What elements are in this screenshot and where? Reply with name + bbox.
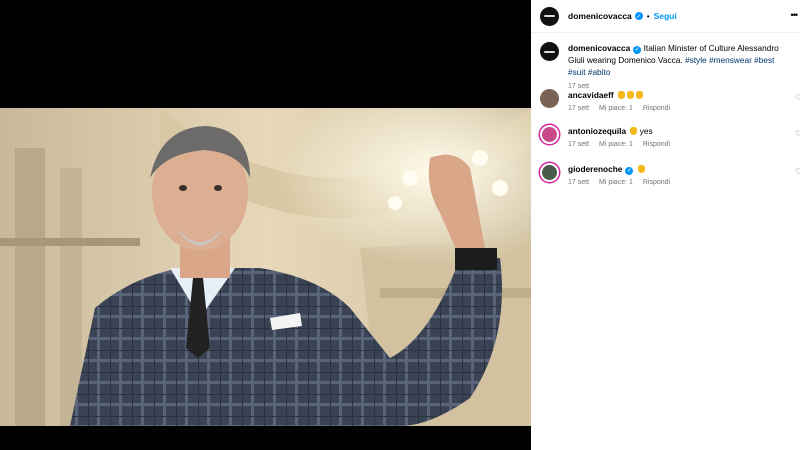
comment-date[interactable]: 17 sett bbox=[568, 141, 589, 148]
follow-button[interactable]: Segui bbox=[654, 11, 677, 21]
like-heart-icon[interactable]: ♡ bbox=[795, 93, 800, 102]
reply-button[interactable]: Rispondi bbox=[643, 141, 670, 148]
commenter-username[interactable]: antoniozequila bbox=[568, 126, 626, 136]
comment-text: yes bbox=[639, 126, 653, 136]
post-photo[interactable] bbox=[0, 108, 531, 426]
commenter-username[interactable]: ancavidaeff bbox=[568, 90, 614, 100]
reply-button[interactable]: Rispondi bbox=[643, 179, 670, 186]
caption-username[interactable]: domenicovacca bbox=[568, 43, 630, 53]
commenter-avatar[interactable] bbox=[540, 163, 559, 182]
post-caption: domenicovacca ✓ Italian Minister of Cultu… bbox=[540, 42, 794, 93]
clapping-hands-icon bbox=[628, 126, 638, 136]
caption-avatar[interactable] bbox=[540, 42, 559, 61]
author-avatar[interactable] bbox=[540, 6, 559, 26]
separator-dot: • bbox=[646, 11, 650, 21]
comment-likes[interactable]: Mi piace: 1 bbox=[599, 141, 633, 148]
clapping-hands-icon bbox=[636, 164, 645, 174]
more-options-icon[interactable]: ••• bbox=[791, 10, 799, 20]
author-username[interactable]: domenicovacca bbox=[568, 11, 632, 21]
post-side-panel: domenicovacca ✓ • Segui ••• domenicovacc… bbox=[531, 0, 800, 450]
verified-badge-icon: ✓ bbox=[633, 46, 642, 54]
comment-likes[interactable]: Mi piace: 1 bbox=[599, 105, 633, 112]
comment-date[interactable]: 17 sett bbox=[568, 179, 589, 186]
comment-date[interactable]: 17 sett bbox=[568, 105, 589, 112]
comment-item: antoniozequila yes 17 sett Mi piace: 1 R… bbox=[540, 125, 800, 148]
photo-illustration bbox=[0, 108, 531, 426]
reply-button[interactable]: Rispondi bbox=[643, 105, 670, 112]
commenter-username[interactable]: gioderenoche bbox=[568, 164, 622, 174]
comment-likes[interactable]: Mi piace: 1 bbox=[599, 179, 633, 186]
commenter-avatar[interactable] bbox=[540, 125, 559, 144]
post-header: domenicovacca ✓ • Segui ••• bbox=[531, 0, 800, 33]
like-heart-icon[interactable]: ♡ bbox=[795, 167, 800, 176]
commenter-avatar[interactable] bbox=[540, 89, 559, 108]
comment-item: gioderenoche ✓ 17 sett Mi piace: 1 Rispon… bbox=[540, 163, 800, 186]
verified-badge-icon: ✓ bbox=[625, 167, 634, 175]
clapping-hands-icon bbox=[616, 90, 643, 100]
verified-badge-icon: ✓ bbox=[634, 12, 643, 20]
like-heart-icon[interactable]: ♡ bbox=[795, 129, 800, 138]
comment-item: ancavidaeff 17 sett Mi piace: 1 Rispondi… bbox=[540, 89, 800, 112]
post-media-pane bbox=[0, 0, 531, 450]
